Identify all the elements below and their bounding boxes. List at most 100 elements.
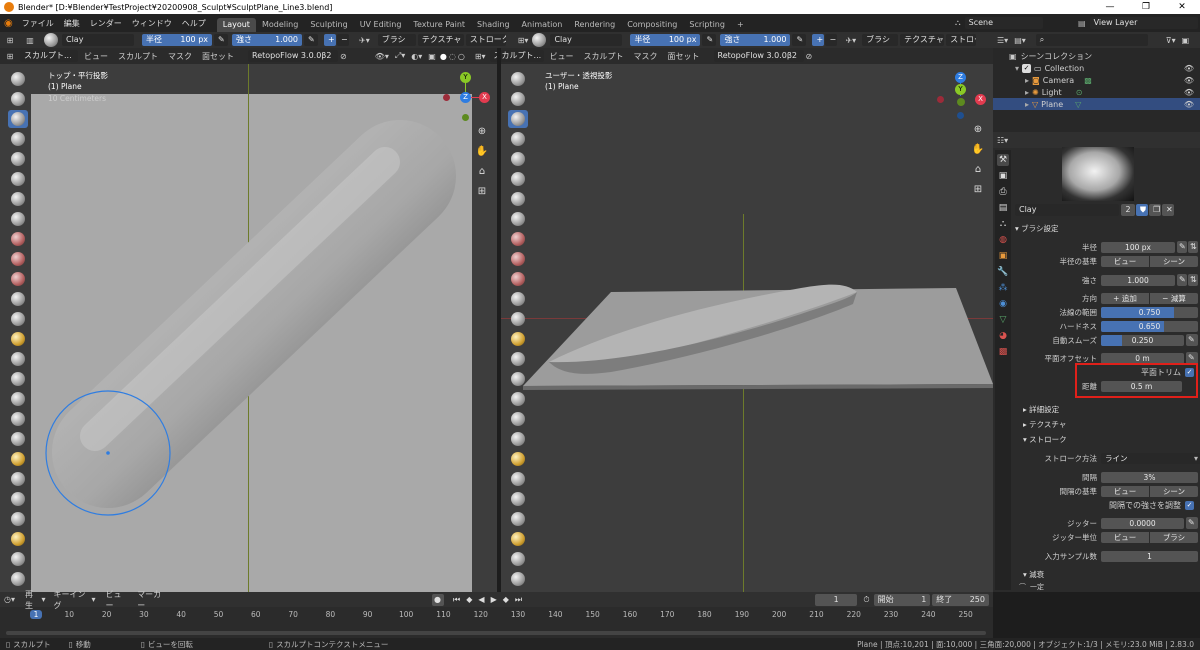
symmetry-icon[interactable]: ✈▾	[359, 36, 370, 45]
render-tab-icon[interactable]: ▣	[997, 170, 1009, 182]
tab-modeling[interactable]: Modeling	[256, 18, 304, 32]
tool-scrape[interactable]	[8, 310, 28, 328]
gizmo-neg-x[interactable]	[443, 94, 450, 101]
prop-plane-offset-field[interactable]: 0 m	[1101, 352, 1184, 364]
tool-flatten-r[interactable]	[508, 270, 528, 288]
spacing-unit-view-button[interactable]: ビュー	[1101, 485, 1149, 497]
eye-icon[interactable]: 👁	[1184, 88, 1194, 97]
direction-subtract-button[interactable]: −	[337, 34, 349, 46]
tab-animation[interactable]: Animation	[516, 18, 569, 32]
tab-sculpting[interactable]: Sculpting	[304, 18, 353, 32]
stroke-menu-right[interactable]: ストローク	[946, 34, 977, 46]
outliner-display-icon[interactable]: ▤▾	[1014, 36, 1026, 45]
strength-unified-toggle-icon[interactable]: ⇅	[1188, 274, 1198, 286]
stroke-menu[interactable]: ストローク	[465, 34, 506, 46]
add-workspace-button[interactable]: +	[731, 18, 750, 32]
navigation-gizmo[interactable]: Y Z X	[440, 68, 490, 124]
zoom-icon-right[interactable]: ⊕	[971, 120, 985, 140]
editor-type-icon-3[interactable]: ⊞▾	[475, 52, 486, 61]
tool-simplify-r[interactable]	[508, 530, 528, 548]
tool-blob-r[interactable]	[508, 210, 528, 228]
tool-pinch[interactable]	[8, 350, 28, 368]
brush-settings-panel-header[interactable]: ▾ ブラシ設定	[1015, 222, 1198, 236]
filter-icon[interactable]: ⊽▾	[1166, 36, 1176, 45]
outliner-scene-collection[interactable]: ▣ シーンコレクション	[993, 50, 1200, 62]
tool-tab-icon[interactable]: ⚒	[997, 154, 1009, 166]
editor-type-icon[interactable]: ⊞	[0, 36, 20, 45]
scene-field[interactable]: Scene	[964, 17, 1043, 29]
tool-clay-r[interactable]	[508, 110, 528, 128]
prop-strength-field[interactable]: 1.000	[1101, 274, 1175, 286]
brush-users-count[interactable]: 2	[1121, 204, 1135, 216]
strength-field-right[interactable]: 強さ 1.000	[720, 34, 791, 46]
viewport-user-perspective[interactable]: ユーザー・透視投影 (1) Plane Z Y X ⊕ ✋ ⌂ ⊞	[501, 64, 993, 592]
help-icon-right[interactable]: ⊘	[806, 52, 813, 61]
tool-fill[interactable]	[8, 290, 28, 308]
editor-type-icon-right[interactable]: ⊞▾	[518, 36, 529, 45]
tool-draw-sharp[interactable]	[8, 90, 28, 108]
tool-grab[interactable]	[8, 370, 28, 388]
close-button[interactable]: ✕	[1164, 0, 1200, 14]
prop-jitter-field[interactable]: 0.0000	[1101, 517, 1184, 529]
tool-layer-r[interactable]	[508, 170, 528, 188]
expand-arrow-icon[interactable]: ▸	[1025, 76, 1029, 85]
gizmo-toggle-icon[interactable]: ⤢▾	[395, 51, 405, 61]
gizmo-x-axis-right[interactable]: X	[975, 94, 986, 105]
plane-trim-checkbox[interactable]: ✓	[1185, 367, 1194, 377]
unlink-brush-icon[interactable]: ✕	[1162, 204, 1174, 216]
modifier-tab-icon[interactable]: 🔧	[997, 266, 1009, 278]
menu-window[interactable]: ウィンドウ	[127, 18, 177, 29]
radius-pressure-icon[interactable]: ✎	[214, 34, 228, 46]
menu-file[interactable]: ファイル	[17, 18, 59, 29]
tool-layer[interactable]	[8, 170, 28, 188]
tool-inflate[interactable]	[8, 190, 28, 208]
view-menu[interactable]: ビュー	[84, 51, 108, 62]
particles-tab-icon[interactable]: ⁂	[997, 282, 1009, 294]
radius-pressure-toggle-icon[interactable]: ✎	[1177, 241, 1187, 253]
stroke-method-dropdown[interactable]: ライン	[1101, 452, 1200, 464]
jitter-pressure-icon[interactable]: ✎	[1186, 517, 1198, 529]
outliner-row-camera[interactable]: ▸ ◙ Camera ▩ 👁	[993, 74, 1200, 86]
tool-slide-relax-r[interactable]	[508, 510, 528, 528]
direction-add-option[interactable]: + 追加	[1101, 292, 1149, 304]
gizmo-y-axis-right[interactable]: Y	[955, 84, 966, 95]
radius-field-right[interactable]: 半径 100 px	[630, 34, 701, 46]
tool-snake-hook[interactable]	[8, 410, 28, 428]
tool-clay-thumb[interactable]	[8, 150, 28, 168]
face-set-menu[interactable]: 面セット	[202, 51, 234, 62]
gizmo-neg-z-right[interactable]	[957, 112, 964, 119]
retopoflow-menu[interactable]: RetopoFlow 3.0.0β2	[248, 50, 338, 62]
navigation-gizmo-right[interactable]: Z Y X	[933, 68, 989, 124]
duplicate-brush-icon[interactable]: ❐	[1149, 204, 1161, 216]
maximize-button[interactable]: ❐	[1128, 0, 1164, 14]
fake-user-shield-icon[interactable]: ⛊	[1136, 204, 1148, 216]
output-tab-icon[interactable]: ⎙	[997, 186, 1009, 198]
adjust-strength-checkbox[interactable]: ✓	[1185, 500, 1194, 510]
outliner-row-collection[interactable]: ▾ ✓ ▭ Collection 👁	[993, 62, 1200, 74]
tool-pose[interactable]	[8, 450, 28, 468]
object-tab-icon[interactable]: ▣	[997, 250, 1009, 262]
falloff-preset-label[interactable]: 一定	[1030, 583, 1044, 591]
timeline-ruler[interactable]: 1 10 20 30 40 50 60 70 80 90 100 110 120 130 140 150 160…	[0, 607, 993, 638]
tool-mesh-filter[interactable]	[8, 570, 28, 588]
jitter-unit-brush-button[interactable]: ブラシ	[1150, 531, 1198, 543]
tool-multiplane-scrape-r[interactable]	[508, 330, 528, 348]
spacing-unit-scene-button[interactable]: シーン	[1150, 485, 1198, 497]
tool-rotate-r[interactable]	[508, 490, 528, 508]
view-layer-selector[interactable]: ▤ View Layer	[1078, 17, 1198, 29]
brush-name-field[interactable]: Clay	[62, 34, 134, 46]
face-set-menu-right[interactable]: 面セット	[668, 51, 700, 62]
zoom-icon[interactable]: ⊕	[475, 122, 489, 142]
tool-draw-r[interactable]	[508, 70, 528, 88]
advanced-panel-header[interactable]: ▸ 詳細設定	[1015, 403, 1198, 417]
view-layer-field[interactable]: View Layer	[1089, 17, 1198, 29]
view-menu-right[interactable]: ビュー	[550, 51, 574, 62]
retopoflow-menu-right[interactable]: RetopoFlow 3.0.0β2	[713, 50, 804, 62]
tool-thumb[interactable]	[8, 430, 28, 448]
tool-pinch-r[interactable]	[508, 350, 528, 368]
auto-smooth-pressure-icon[interactable]: ✎	[1186, 334, 1198, 346]
prop-distance-field[interactable]: 0.5 m	[1101, 380, 1182, 392]
gizmo-neg-y-right[interactable]	[957, 98, 965, 106]
brush-thumbnail-icon[interactable]	[44, 33, 58, 47]
tool-blob[interactable]	[8, 210, 28, 228]
